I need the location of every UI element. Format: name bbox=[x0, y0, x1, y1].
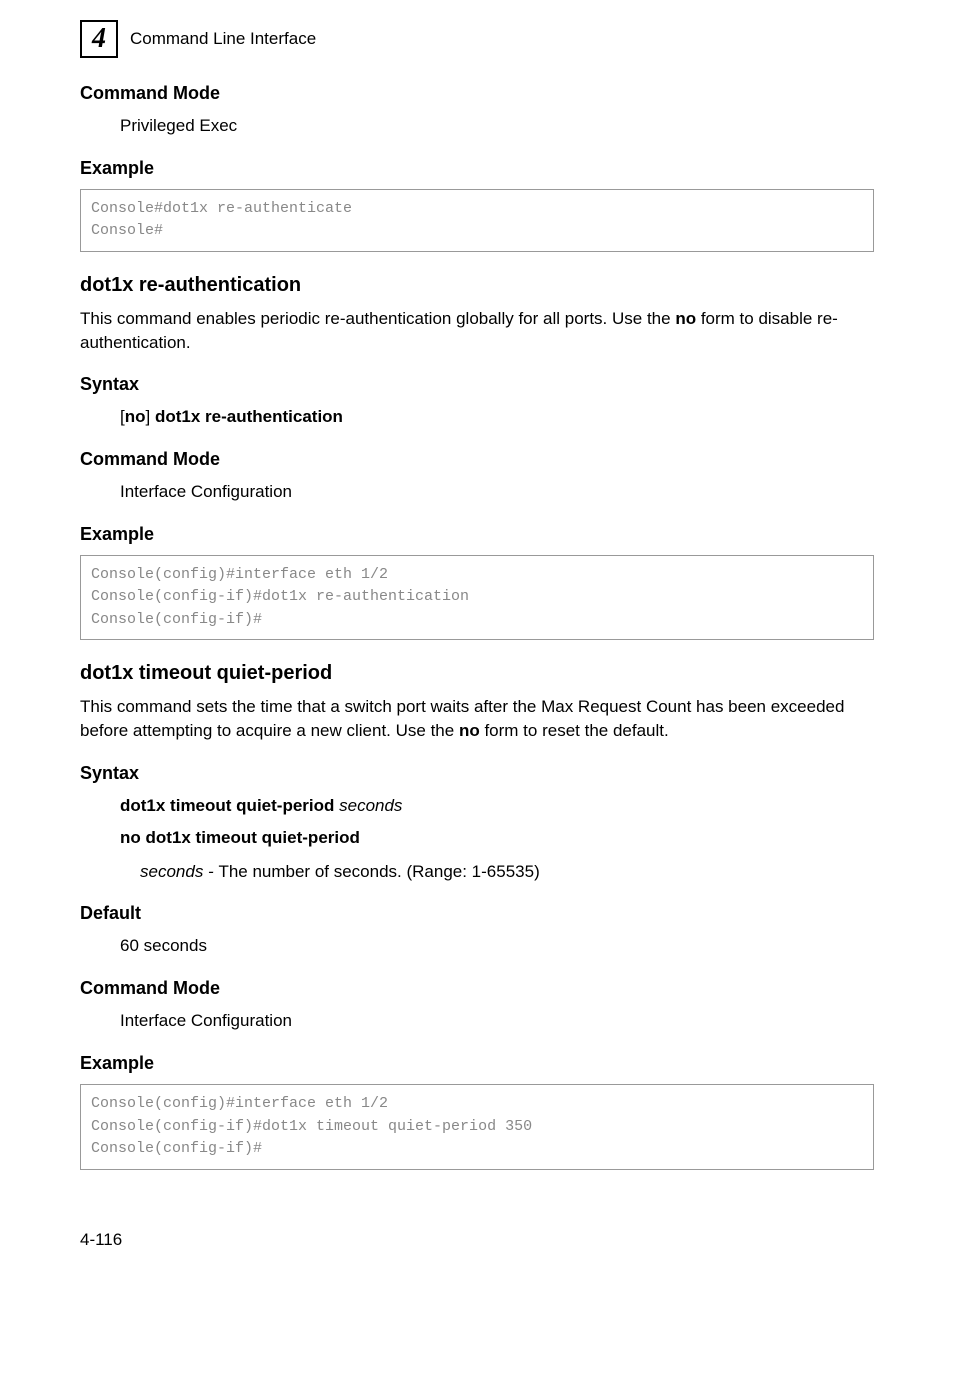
default-text: 60 seconds bbox=[120, 934, 874, 958]
quiet-desc-part2: form to reset the default. bbox=[480, 721, 669, 740]
syntax1-mid: ] bbox=[146, 407, 155, 426]
command-mode-heading-1: Command Mode bbox=[80, 83, 874, 104]
quiet-desc-bold: no bbox=[459, 721, 480, 740]
command-mode-heading-2: Command Mode bbox=[80, 449, 874, 470]
syntax2-line2: no dot1x timeout quiet-period bbox=[120, 826, 874, 850]
header-title: Command Line Interface bbox=[130, 29, 316, 49]
syntax-heading-1: Syntax bbox=[80, 374, 874, 395]
example-heading-1: Example bbox=[80, 158, 874, 179]
syntax2-line1-bold: dot1x timeout quiet-period bbox=[120, 796, 339, 815]
syntax1-cmd: dot1x re-authentication bbox=[155, 407, 343, 426]
quiet-description: This command sets the time that a switch… bbox=[80, 695, 874, 743]
chapter-number: 4 bbox=[92, 23, 106, 55]
syntax2-param: seconds - The number of seconds. (Range:… bbox=[140, 860, 874, 884]
command-mode-text-3: Interface Configuration bbox=[120, 1009, 874, 1033]
page-number: 4-116 bbox=[80, 1230, 874, 1250]
syntax2-param-text: The number of seconds. (Range: 1-65535) bbox=[218, 862, 539, 881]
reauth-description: This command enables periodic re-authent… bbox=[80, 307, 874, 355]
chapter-box: 4 bbox=[80, 20, 118, 58]
quiet-heading: dot1x timeout quiet-period bbox=[80, 662, 874, 685]
syntax2-line1-italic: seconds bbox=[339, 796, 402, 815]
page-header: 4 Command Line Interface bbox=[80, 20, 874, 58]
syntax2-param-italic: seconds - bbox=[140, 862, 218, 881]
example-heading-3: Example bbox=[80, 1053, 874, 1074]
example-code-3: Console(config)#interface eth 1/2 Consol… bbox=[80, 1084, 874, 1170]
reauth-desc-part1: This command enables periodic re-authent… bbox=[80, 309, 675, 328]
reauth-desc-bold: no bbox=[675, 309, 696, 328]
example-code-2: Console(config)#interface eth 1/2 Consol… bbox=[80, 555, 874, 641]
example-heading-2: Example bbox=[80, 524, 874, 545]
command-mode-heading-3: Command Mode bbox=[80, 978, 874, 999]
syntax1-no: no bbox=[125, 407, 146, 426]
syntax2-line1: dot1x timeout quiet-period seconds bbox=[120, 794, 874, 818]
syntax-text-1: [no] dot1x re-authentication bbox=[120, 405, 874, 429]
command-mode-text-1: Privileged Exec bbox=[120, 114, 874, 138]
command-mode-text-2: Interface Configuration bbox=[120, 480, 874, 504]
syntax-heading-2: Syntax bbox=[80, 763, 874, 784]
example-code-1: Console#dot1x re-authenticate Console# bbox=[80, 189, 874, 252]
reauth-heading: dot1x re-authentication bbox=[80, 274, 874, 297]
page-container: 4 Command Line Interface Command Mode Pr… bbox=[0, 0, 954, 1290]
default-heading: Default bbox=[80, 903, 874, 924]
